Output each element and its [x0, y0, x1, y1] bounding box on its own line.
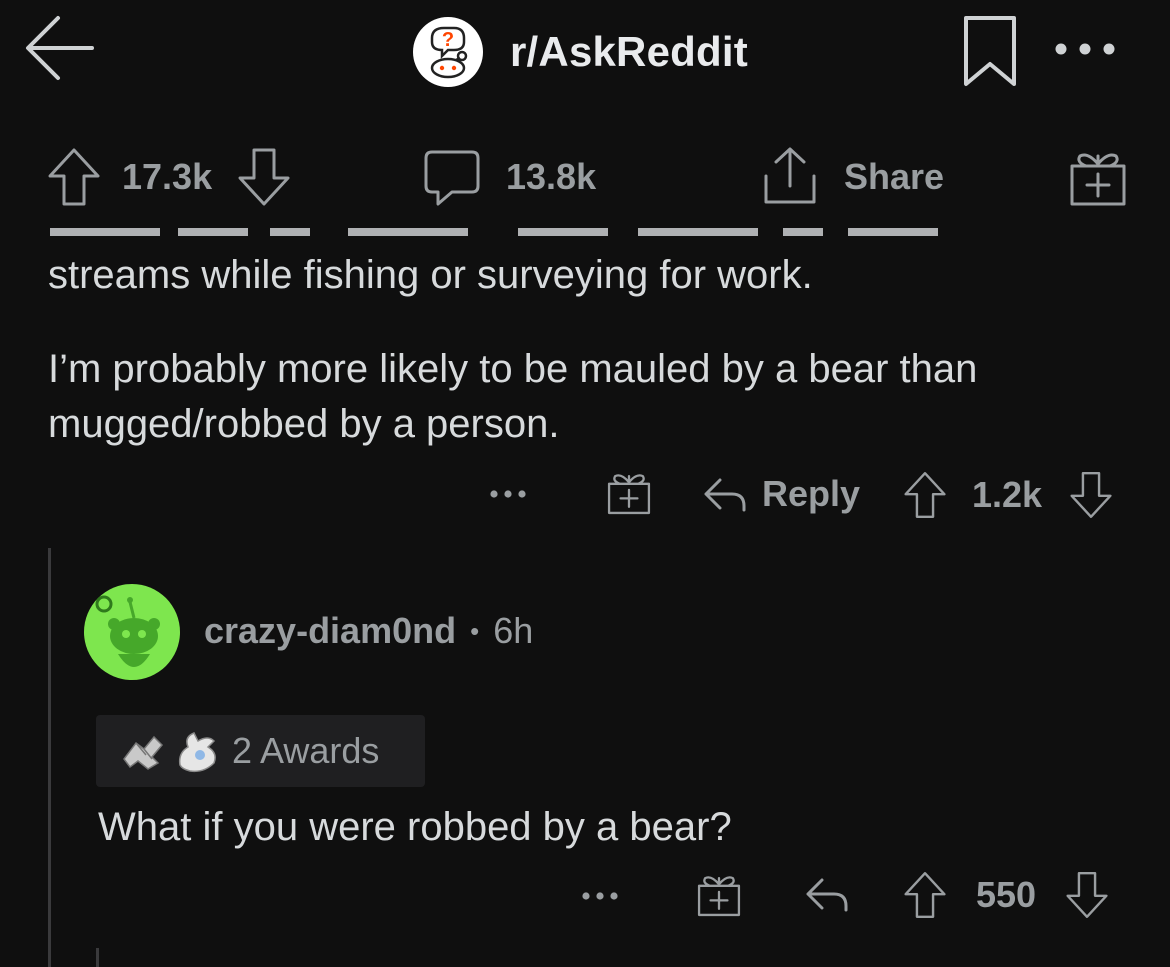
- more-icon: [490, 490, 526, 498]
- more-icon: [1055, 43, 1115, 55]
- subreddit-name: r/AskReddit: [510, 28, 748, 75]
- thread-line[interactable]: [48, 548, 51, 967]
- upvote-icon: [904, 472, 946, 518]
- parent-comment-paragraph: I’m probably more likely to be mauled by…: [48, 347, 978, 446]
- award-icon: [123, 735, 164, 770]
- subreddit-header[interactable]: ? r/AskReddit: [412, 16, 748, 88]
- reply-label: Reply: [762, 473, 861, 514]
- nested-thread-line: [96, 948, 99, 967]
- downvote-icon: [1066, 872, 1108, 918]
- comment-meta: crazy-diam0nd • 6h: [204, 608, 533, 654]
- parent-upvote-button[interactable]: [902, 470, 948, 520]
- post-score: 17.3k: [122, 156, 213, 197]
- reply-comment-vote-group: 550: [902, 870, 1110, 920]
- username[interactable]: crazy-diam0nd: [204, 610, 456, 652]
- gift-icon: [697, 876, 741, 917]
- parent-comment-award-button[interactable]: [606, 470, 652, 516]
- back-arrow-icon: [26, 16, 94, 80]
- reply-icon: [806, 878, 848, 912]
- reply-comment-score: 550: [976, 874, 1037, 915]
- reply-comment-text: What if you were robbed by a bear?: [98, 805, 732, 849]
- avatar[interactable]: [84, 584, 180, 680]
- bookmark-button[interactable]: [960, 14, 1020, 88]
- reply-upvote-button[interactable]: [902, 870, 948, 920]
- post-vote-group: 17.3k: [46, 146, 292, 208]
- post-upvote-button[interactable]: [46, 146, 102, 208]
- share-label: Share: [844, 156, 945, 197]
- parent-downvote-button[interactable]: [1068, 470, 1114, 520]
- reply-comment-reply-button[interactable]: [804, 874, 850, 914]
- parent-comment-more-button[interactable]: [486, 480, 534, 508]
- bookmark-icon: [964, 16, 1016, 86]
- parent-comment-reply-button[interactable]: Reply: [702, 470, 860, 518]
- comment-age: 6h: [493, 610, 534, 651]
- reply-downvote-button[interactable]: [1064, 870, 1110, 920]
- post-award-button[interactable]: [1068, 148, 1128, 208]
- parent-comment-vote-group: 1.2k: [902, 470, 1114, 520]
- meta-separator: •: [470, 615, 480, 646]
- comment-icon: [424, 150, 480, 206]
- reply-comment-award-button[interactable]: [696, 872, 742, 918]
- subreddit-icon: ?: [413, 17, 483, 87]
- more-icon: [582, 892, 618, 900]
- more-menu-button[interactable]: [1052, 36, 1118, 62]
- back-button[interactable]: [22, 10, 98, 86]
- upvote-icon: [48, 148, 100, 206]
- downvote-icon: [1070, 472, 1112, 518]
- avatar-snoo: [84, 584, 180, 680]
- post-comments-button[interactable]: 13.8k: [422, 146, 596, 208]
- svg-text:?: ?: [442, 29, 454, 51]
- reply-comment-more-button[interactable]: [578, 882, 626, 910]
- share-icon: [764, 147, 816, 204]
- parent-comment-line1: streams while fishing or surveying for w…: [48, 253, 813, 297]
- awards-count: 2 Awards: [232, 730, 380, 771]
- reply-icon: [704, 478, 746, 512]
- post-downvote-button[interactable]: [236, 146, 292, 208]
- upvote-icon: [904, 872, 946, 918]
- awards-badge[interactable]: 2 Awards: [96, 715, 425, 787]
- gift-icon: [607, 474, 651, 515]
- post-share-button[interactable]: Share: [760, 146, 944, 208]
- parent-comment-score: 1.2k: [972, 474, 1043, 515]
- truncated-text-line: [48, 222, 1048, 238]
- award-icon: [178, 732, 216, 773]
- gift-icon: [1070, 153, 1126, 206]
- post-comment-count: 13.8k: [506, 156, 597, 197]
- downvote-icon: [238, 148, 290, 206]
